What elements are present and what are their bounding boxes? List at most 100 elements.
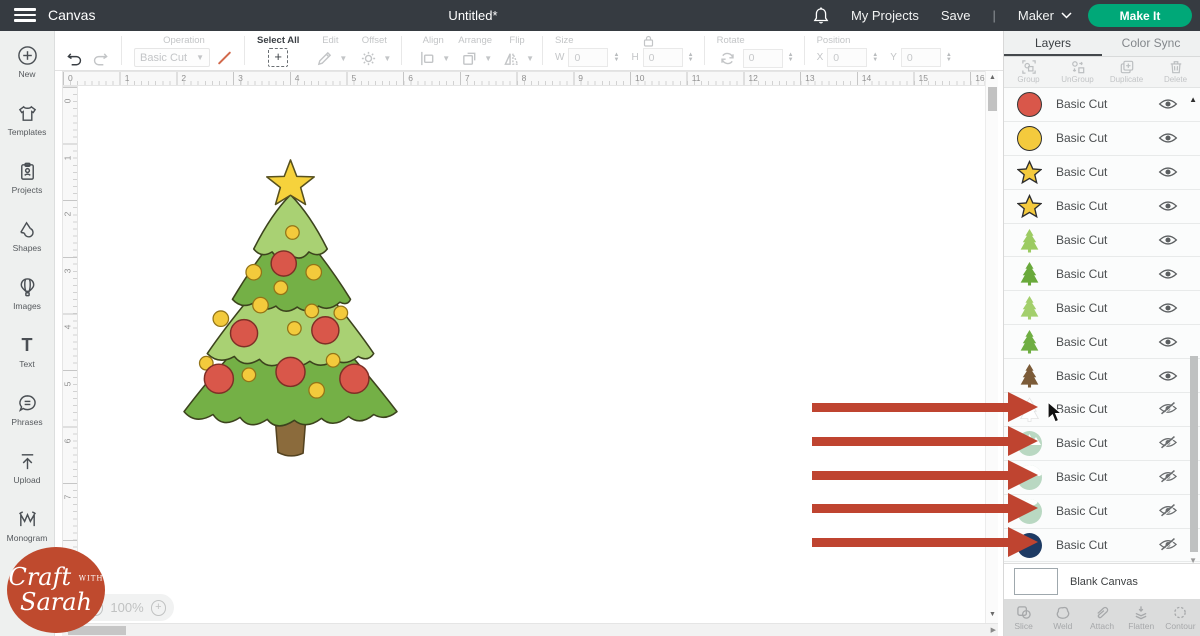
eye-visible-icon[interactable] bbox=[1158, 97, 1178, 111]
sidebar-item-shapes[interactable]: Shapes bbox=[0, 215, 54, 273]
layer-row[interactable]: Basic Cut bbox=[1004, 325, 1200, 359]
lock-icon[interactable] bbox=[643, 34, 654, 52]
chevron-down-icon[interactable]: ▼ bbox=[442, 54, 450, 63]
eye-visible-icon[interactable] bbox=[1158, 131, 1178, 145]
ruler-number: 5 bbox=[62, 382, 72, 387]
pen-color-swatch[interactable] bbox=[214, 48, 234, 67]
layer-row[interactable]: Basic Cut bbox=[1004, 156, 1200, 190]
rotate-input[interactable]: 0 bbox=[743, 49, 783, 68]
canvas-vertical-scrollbar[interactable]: ▲ ▼ bbox=[985, 71, 998, 625]
menu-icon[interactable] bbox=[14, 8, 36, 23]
rotate-icon[interactable] bbox=[717, 48, 739, 68]
sidebar-item-projects[interactable]: Projects bbox=[0, 157, 54, 215]
layer-row[interactable]: Basic Cut bbox=[1004, 88, 1200, 122]
eye-hidden-icon[interactable] bbox=[1158, 436, 1178, 450]
make-it-button[interactable]: Make It bbox=[1088, 4, 1192, 27]
eye-hidden-icon[interactable] bbox=[1158, 538, 1178, 552]
duplicate-button[interactable]: Duplicate bbox=[1102, 57, 1151, 87]
edit-pencil-icon[interactable] bbox=[313, 48, 335, 68]
blank-canvas-row[interactable]: Blank Canvas bbox=[1004, 563, 1200, 599]
eye-visible-icon[interactable] bbox=[1158, 165, 1178, 179]
offset-icon[interactable] bbox=[357, 48, 379, 68]
layer-row[interactable]: Basic Cut bbox=[1004, 529, 1200, 563]
machine-selector[interactable]: Maker bbox=[1018, 8, 1072, 23]
y-stepper[interactable]: ▲▼ bbox=[946, 53, 952, 63]
chevron-down-icon[interactable]: ▼ bbox=[484, 54, 492, 63]
notifications-bell-icon[interactable] bbox=[813, 7, 829, 25]
tab-color-sync[interactable]: Color Sync bbox=[1102, 31, 1200, 56]
operation-select[interactable]: Basic Cut ▼ bbox=[134, 48, 210, 67]
sidebar-item-phrases[interactable]: Phrases bbox=[0, 389, 54, 447]
operation-label: Operation bbox=[163, 35, 205, 46]
rotate-stepper[interactable]: ▲▼ bbox=[788, 53, 794, 63]
width-input[interactable]: 0 bbox=[568, 48, 608, 67]
chevron-down-icon[interactable]: ▼ bbox=[526, 54, 534, 63]
layer-row[interactable]: Basic Cut bbox=[1004, 393, 1200, 427]
ruler-number: 12 bbox=[748, 73, 757, 83]
slice-button[interactable]: Slice bbox=[1004, 599, 1043, 636]
weld-button[interactable]: Weld bbox=[1043, 599, 1082, 636]
chevron-down-icon bbox=[1061, 12, 1072, 19]
scroll-up-icon[interactable]: ▲ bbox=[986, 74, 999, 81]
chevron-down-icon[interactable]: ▼ bbox=[339, 54, 347, 63]
width-stepper[interactable]: ▲▼ bbox=[613, 53, 619, 63]
align-icon[interactable] bbox=[416, 48, 438, 68]
eye-visible-icon[interactable] bbox=[1158, 369, 1178, 383]
eye-hidden-icon[interactable] bbox=[1158, 470, 1178, 484]
layer-row[interactable]: Basic Cut bbox=[1004, 257, 1200, 291]
scroll-down-icon[interactable]: ▼ bbox=[986, 611, 999, 618]
scroll-right-icon[interactable]: ▶ bbox=[991, 624, 996, 636]
layer-row[interactable]: Basic Cut bbox=[1004, 224, 1200, 258]
layer-row[interactable]: Basic Cut bbox=[1004, 359, 1200, 393]
zoom-in-button[interactable]: + bbox=[151, 600, 166, 616]
select-all-button[interactable]: + bbox=[268, 48, 288, 67]
flatten-button[interactable]: Flatten bbox=[1122, 599, 1161, 636]
ungroup-button[interactable]: UnGroup bbox=[1053, 57, 1102, 87]
layer-row[interactable]: Basic Cut bbox=[1004, 495, 1200, 529]
eye-visible-icon[interactable] bbox=[1158, 301, 1178, 315]
attach-button[interactable]: Attach bbox=[1082, 599, 1121, 636]
eye-hidden-icon[interactable] bbox=[1158, 504, 1178, 518]
chevron-down-icon[interactable]: ▼ bbox=[383, 54, 391, 63]
list-scroll-thumb[interactable] bbox=[1190, 356, 1198, 552]
eye-visible-icon[interactable] bbox=[1158, 199, 1178, 213]
flip-label: Flip bbox=[509, 35, 524, 46]
ruler-number: 13 bbox=[805, 73, 814, 83]
christmas-tree-graphic[interactable] bbox=[168, 158, 413, 460]
sidebar-item-templates[interactable]: Templates bbox=[0, 99, 54, 157]
layer-row[interactable]: Basic Cut bbox=[1004, 122, 1200, 156]
vertical-scroll-thumb[interactable] bbox=[988, 87, 997, 111]
flip-icon[interactable] bbox=[500, 48, 522, 68]
y-input[interactable]: 0 bbox=[901, 48, 941, 67]
arrange-icon[interactable] bbox=[458, 48, 480, 68]
layer-row[interactable]: Basic Cut bbox=[1004, 427, 1200, 461]
eye-visible-icon[interactable] bbox=[1158, 335, 1178, 349]
layer-row[interactable]: Basic Cut bbox=[1004, 190, 1200, 224]
eye-visible-icon[interactable] bbox=[1158, 233, 1178, 247]
canvas-color-swatch[interactable] bbox=[1014, 568, 1058, 595]
design-canvas[interactable]: 012345678910111213141516 012345678 bbox=[55, 71, 1003, 636]
eye-hidden-icon[interactable] bbox=[1158, 402, 1178, 416]
save-link[interactable]: Save bbox=[941, 8, 971, 23]
layer-row[interactable]: Basic Cut bbox=[1004, 291, 1200, 325]
list-scroll-down-icon[interactable]: ▼ bbox=[1189, 556, 1197, 563]
height-stepper[interactable]: ▲▼ bbox=[688, 53, 694, 63]
document-title[interactable]: Untitled* bbox=[448, 0, 497, 31]
contour-button[interactable]: Contour bbox=[1161, 599, 1200, 636]
sidebar-item-images[interactable]: Images bbox=[0, 273, 54, 331]
my-projects-link[interactable]: My Projects bbox=[851, 8, 919, 23]
eye-visible-icon[interactable] bbox=[1158, 267, 1178, 281]
sidebar-item-upload[interactable]: Upload bbox=[0, 447, 54, 505]
list-scroll-up-icon[interactable]: ▲ bbox=[1189, 95, 1197, 104]
delete-button[interactable]: Delete bbox=[1151, 57, 1200, 87]
undo-button[interactable] bbox=[63, 48, 85, 68]
layer-row[interactable]: Basic Cut bbox=[1004, 461, 1200, 495]
sidebar-item-new[interactable]: New bbox=[0, 41, 54, 99]
redo-button[interactable] bbox=[89, 48, 111, 68]
sidebar-item-text[interactable]: T Text bbox=[0, 331, 54, 389]
canvas-horizontal-scrollbar[interactable]: ◀ ▶ bbox=[62, 623, 998, 636]
group-button[interactable]: Group bbox=[1004, 57, 1053, 87]
x-input[interactable]: 0 bbox=[827, 48, 867, 67]
tab-layers[interactable]: Layers bbox=[1004, 31, 1102, 56]
x-stepper[interactable]: ▲▼ bbox=[872, 53, 878, 63]
